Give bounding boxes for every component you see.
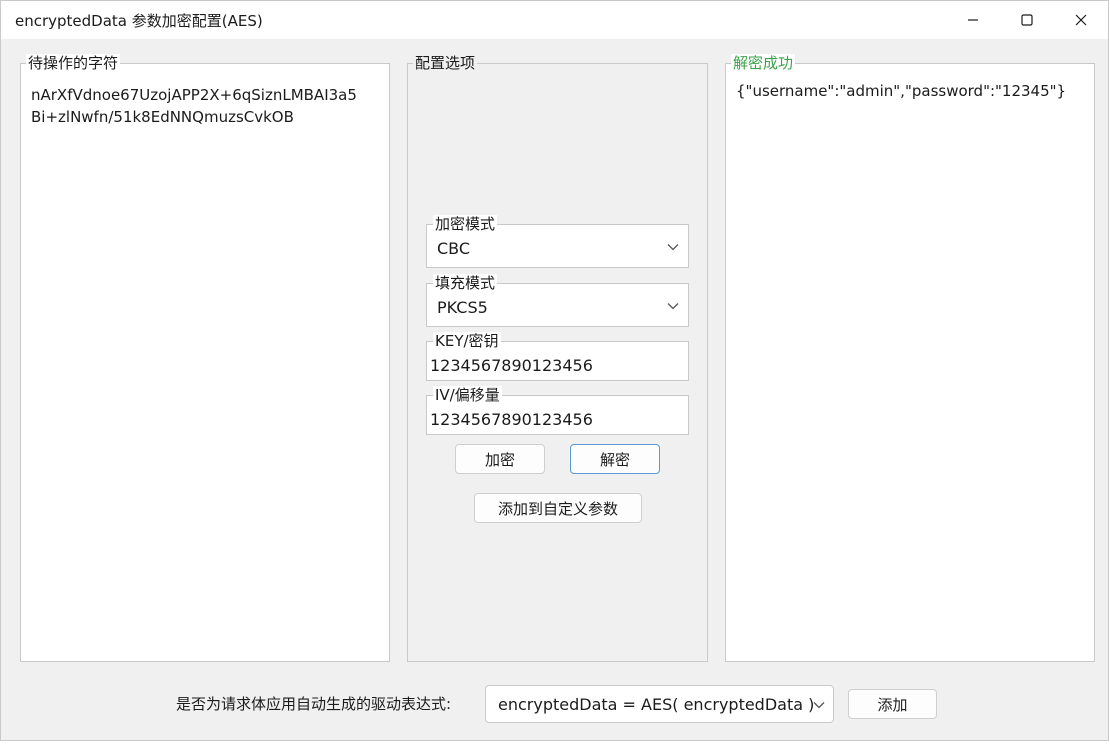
key-input[interactable]: KEY/密钥 1234567890123456 <box>426 332 689 381</box>
config-panel-label: 配置选项 <box>413 54 478 72</box>
minimize-button[interactable] <box>946 1 1000 39</box>
input-text-line-2: Bi+zlNwfn/51k8EdNNQmuzsCvkOB <box>31 108 294 126</box>
iv-label: IV/偏移量 <box>433 386 502 404</box>
result-text-line: {"username":"admin","password":"12345"} <box>736 82 1067 100</box>
close-icon <box>1075 14 1087 26</box>
driver-expression-value: encryptedData = AES( encryptedData ) <box>498 695 815 714</box>
encrypt-button[interactable]: 加密 <box>455 444 545 474</box>
key-label: KEY/密钥 <box>433 332 501 350</box>
maximize-icon <box>1021 14 1033 26</box>
padding-value: PKCS5 <box>437 298 488 317</box>
input-text-area[interactable]: 待操作的字符 nArXfVdnoe67UzojAPP2X+6qSiznLMBAI… <box>20 54 390 662</box>
padding-select[interactable]: 填充模式 PKCS5 <box>426 274 689 327</box>
iv-value: 1234567890123456 <box>430 410 593 429</box>
input-text-line-1: nArXfVdnoe67UzojAPP2X+6qSiznLMBAI3a5 <box>31 86 357 104</box>
dialog-window: encryptedData 参数加密配置(AES) 待操作的字符 nArXfVd… <box>0 0 1109 741</box>
input-panel-label: 待操作的字符 <box>26 54 121 72</box>
chevron-down-icon <box>667 303 679 310</box>
driver-expression-select[interactable]: encryptedData = AES( encryptedData ) <box>485 685 834 723</box>
add-custom-param-button[interactable]: 添加到自定义参数 <box>474 493 642 523</box>
decrypt-button[interactable]: 解密 <box>570 444 660 474</box>
add-button[interactable]: 添加 <box>848 689 937 719</box>
input-text[interactable]: nArXfVdnoe67UzojAPP2X+6qSiznLMBAI3a5 Bi+… <box>31 84 357 128</box>
config-panel: 配置选项 加密模式 CBC 填充模式 PKCS5 KEY/密钥 12345678… <box>407 54 708 662</box>
padding-label: 填充模式 <box>433 274 498 292</box>
chevron-down-icon <box>667 244 679 251</box>
minimize-icon <box>968 19 978 21</box>
window-title: encryptedData 参数加密配置(AES) <box>15 12 263 30</box>
mode-label: 加密模式 <box>433 215 498 233</box>
close-button[interactable] <box>1054 1 1108 39</box>
driver-expression-label: 是否为请求体应用自动生成的驱动表达式: <box>176 695 452 713</box>
result-text-area[interactable]: 解密成功 {"username":"admin","password":"123… <box>725 54 1095 662</box>
mode-select[interactable]: 加密模式 CBC <box>426 215 689 268</box>
chevron-down-icon <box>813 702 825 709</box>
maximize-button[interactable] <box>1000 1 1054 39</box>
result-status-label: 解密成功 <box>731 54 796 72</box>
result-text[interactable]: {"username":"admin","password":"12345"} <box>736 80 1066 102</box>
mode-value: CBC <box>437 239 471 258</box>
iv-input[interactable]: IV/偏移量 1234567890123456 <box>426 386 689 435</box>
key-value: 1234567890123456 <box>430 356 593 375</box>
title-bar[interactable]: encryptedData 参数加密配置(AES) <box>1 1 1108 39</box>
